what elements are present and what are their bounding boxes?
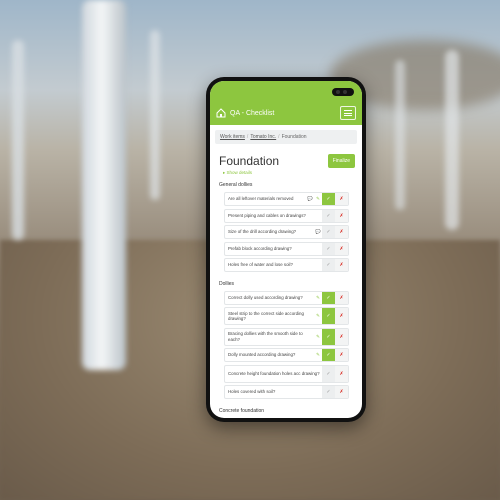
comment-icon[interactable]: 💬 xyxy=(314,229,322,235)
checklist-item: Bracing dollies with the smooth side to … xyxy=(224,327,349,346)
section-title: Dollies xyxy=(219,280,235,287)
checklist-item: Present piping and cables on drawings? ✓ ✗ xyxy=(224,208,349,223)
approve-button[interactable]: ✓ xyxy=(322,386,335,398)
reject-button[interactable]: ✗ xyxy=(335,259,348,271)
checklist-item: Steel strip to the correct side accordin… xyxy=(224,307,349,325)
background-post xyxy=(150,30,160,200)
reject-button[interactable]: ✗ xyxy=(335,349,348,361)
page-title: Foundation xyxy=(219,154,280,168)
show-details-link[interactable]: ▸ Show details xyxy=(223,170,353,176)
checklist-item: Concrete height foundation holes acc dra… xyxy=(224,364,349,383)
background-pole xyxy=(82,0,126,370)
home-icon[interactable] xyxy=(216,108,226,118)
approve-button[interactable]: ✓ xyxy=(322,328,335,345)
pencil-icon[interactable]: ✎ xyxy=(314,334,322,340)
reject-button[interactable]: ✗ xyxy=(335,386,348,398)
app-header: QA - Checklist xyxy=(210,101,362,125)
checklist-item: Holes covered with soil? ✓ ✗ xyxy=(224,385,349,399)
checklist-item-text: Size of the drill according drawing? xyxy=(228,229,297,235)
section-title: Concrete foundation xyxy=(219,407,265,414)
reject-button[interactable]: ✗ xyxy=(335,209,348,222)
approve-button[interactable]: ✓ xyxy=(322,308,335,324)
status-bar xyxy=(210,81,362,101)
comment-icon[interactable]: 💬 xyxy=(306,196,314,202)
checklist-item-text: Holes covered with soil? xyxy=(228,389,276,395)
approve-button[interactable]: ✓ xyxy=(322,291,335,304)
reject-button[interactable]: ✗ xyxy=(335,226,348,238)
phone-frame: QA - Checklist Work items / Tomato Inc. / Fo… xyxy=(206,77,366,422)
pencil-icon[interactable]: ✎ xyxy=(314,295,322,301)
breadcrumb-current: Foundation xyxy=(281,134,307,140)
approve-button[interactable]: ✓ xyxy=(322,209,335,222)
checklist-item-text: Holes free of water and lose soil? xyxy=(228,262,293,268)
checklist-item-text: Correct dolly used according drawing? xyxy=(228,294,303,300)
approve-button[interactable]: ✓ xyxy=(322,242,335,255)
background-post xyxy=(445,50,459,230)
finalize-button[interactable]: Finalize xyxy=(327,154,355,168)
checklist-item-text: Present piping and cables on drawings? xyxy=(228,212,306,218)
pencil-icon[interactable]: ✎ xyxy=(314,313,322,319)
checklist-item: Holes free of water and lose soil? ✓ ✗ xyxy=(224,258,349,272)
reject-button[interactable]: ✗ xyxy=(335,291,348,304)
checklist-item: Correct dolly used according drawing? ✎ ✓ ✗ xyxy=(224,290,349,305)
hamburger-menu-button[interactable] xyxy=(340,106,356,120)
checklist-item-text: Are all leftover materials removed xyxy=(228,196,294,202)
checklist-item: Are all leftover materials removed 💬 ✎ ✓ ✗ xyxy=(224,192,349,206)
pencil-icon[interactable]: ✎ xyxy=(314,196,322,202)
pencil-icon[interactable]: ✎ xyxy=(314,352,322,358)
checklist-item: Dolly mounted according drawing? ✎ ✓ ✗ xyxy=(224,348,349,362)
breadcrumb-work-items[interactable]: Work items xyxy=(220,134,245,140)
checklist-item-text: Prefab block according drawing? xyxy=(228,245,292,251)
reject-button[interactable]: ✗ xyxy=(335,308,348,324)
checklist-item: Size of the drill according drawing? 💬 ✓ ✗ xyxy=(224,225,349,239)
approve-button[interactable]: ✓ xyxy=(322,193,335,205)
approve-button[interactable]: ✓ xyxy=(322,349,335,361)
breadcrumb: Work items / Tomato Inc. / Foundation xyxy=(215,130,357,144)
section-title: General dollies xyxy=(219,182,253,188)
checklist-item-text: Steel strip to the correct side accordin… xyxy=(228,310,304,321)
approve-button[interactable]: ✓ xyxy=(322,365,335,382)
background-post xyxy=(395,60,405,210)
breadcrumb-client[interactable]: Tomato Inc. xyxy=(250,134,276,140)
checklist: General dollies Are all leftover material… xyxy=(210,182,362,418)
background-post xyxy=(12,40,24,240)
checklist-item: Prefab block according drawing? ✓ ✗ xyxy=(224,241,349,256)
approve-button[interactable]: ✓ xyxy=(322,259,335,271)
checklist-item-text: Bracing dollies with the smooth side to … xyxy=(228,331,303,342)
app-title: QA - Checklist xyxy=(230,109,275,117)
reject-button[interactable]: ✗ xyxy=(335,328,348,345)
camera-cutout xyxy=(332,88,354,96)
reject-button[interactable]: ✗ xyxy=(335,242,348,255)
reject-button[interactable]: ✗ xyxy=(335,193,348,205)
checklist-item-text: Concrete height foundation holes acc dra… xyxy=(228,370,320,376)
approve-button[interactable]: ✓ xyxy=(322,226,335,238)
checklist-item-text: Dolly mounted according drawing? xyxy=(228,352,296,358)
checklist-item: Is the concrete of the correct consisten… xyxy=(224,417,349,418)
phone-screen: QA - Checklist Work items / Tomato Inc. / Fo… xyxy=(210,81,362,418)
reject-button[interactable]: ✗ xyxy=(335,365,348,382)
